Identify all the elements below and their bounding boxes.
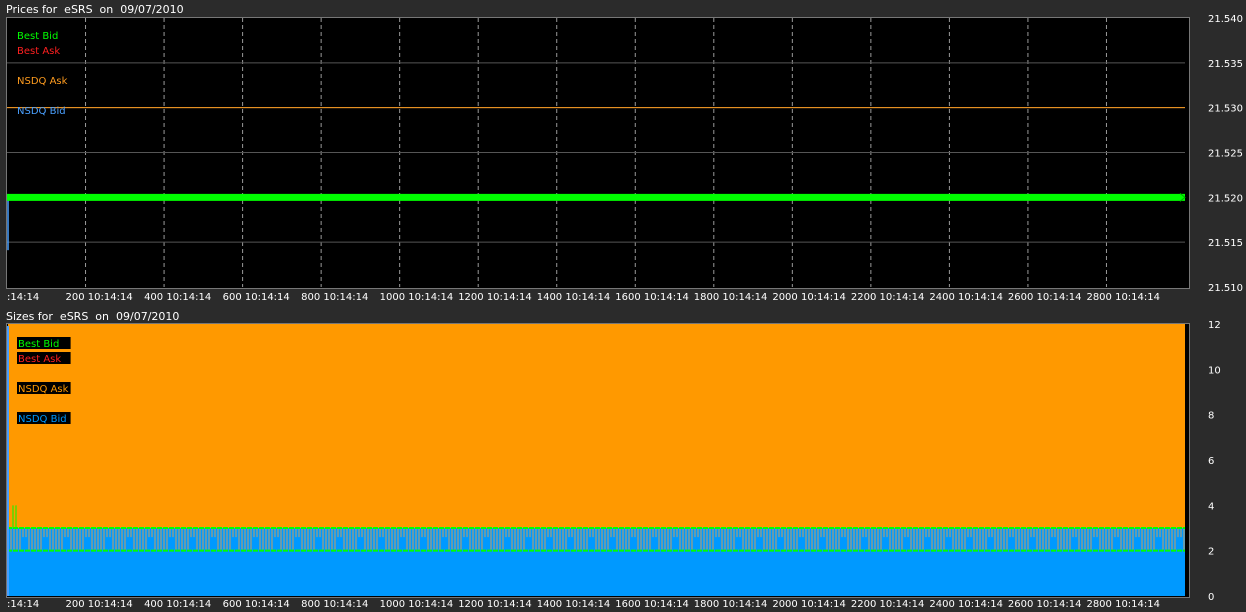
prices-y-tick-label: 21.510 (1208, 283, 1243, 294)
sizes-y-tick-label: 2 (1208, 547, 1214, 558)
sizes-x-tick-label: :14:14 (7, 599, 39, 610)
sizes-x-tick-label: 2200 10:14:14 (851, 599, 925, 610)
prices-x-tick-label: :14:14 (7, 292, 39, 303)
sizes-y-tick-label: 10 (1208, 365, 1221, 376)
sizes-y-tick-label: 6 (1208, 456, 1214, 467)
sizes-x-tick-label: 600 10:14:14 (223, 599, 290, 610)
prices-x-tick-label: 1000 10:14:14 (380, 292, 454, 303)
sizes-x-tick-label: 800 10:14:14 (301, 599, 368, 610)
prices-x-tick-label: 2400 10:14:14 (929, 292, 1003, 303)
sizes-panel: Sizes for eSRS on 09/07/2010 Best Bid Bes… (0, 307, 1246, 612)
legend-entry-nsdq-ask: NSDQ Ask (18, 384, 69, 395)
prices-chart: Best Bid Best Ask NSDQ Ask NSDQ Bid 21.540 21… (7, 14, 1243, 303)
sizes-x-tick-label: 2000 10:14:14 (772, 599, 846, 610)
sizes-x-tick-label: 200 10:14:14 (66, 599, 133, 610)
sizes-x-tick-label: 1000 10:14:14 (380, 599, 454, 610)
sizes-x-tick-label: 2800 10:14:14 (1086, 599, 1160, 610)
prices-x-tick-label: 800 10:14:14 (301, 292, 368, 303)
prices-panel: Prices for eSRS on 09/07/2010 Best Bid Be… (0, 0, 1246, 305)
prices-x-tick-label: 1600 10:14:14 (615, 292, 689, 303)
prices-x-tick-label: 1200 10:14:14 (458, 292, 532, 303)
prices-x-tick-label: 200 10:14:14 (66, 292, 133, 303)
prices-y-tick-label: 21.540 (1208, 14, 1243, 25)
sizes-x-tick-label: 1200 10:14:14 (458, 599, 532, 610)
sizes-x-tick-label: 1800 10:14:14 (694, 599, 768, 610)
prices-y-tick-label: 21.525 (1208, 149, 1243, 160)
sizes-y-tick-label: 8 (1208, 411, 1214, 422)
legend-entry-nsdq-ask: NSDQ Ask (17, 76, 68, 87)
legend-entry-nsdq-bid: NSDQ Bid (18, 414, 67, 425)
prices-x-tick-label: 2200 10:14:14 (851, 292, 925, 303)
legend-entry-best-ask: Best Ask (18, 354, 61, 365)
sizes-y-tick-label: 12 (1208, 320, 1221, 331)
prices-y-tick-label: 21.520 (1208, 193, 1243, 204)
prices-y-tick-label: 21.535 (1208, 59, 1243, 70)
prices-x-tick-label: 2600 10:14:14 (1008, 292, 1082, 303)
prices-x-tick-label: 1400 10:14:14 (537, 292, 611, 303)
prices-x-tick-label: 600 10:14:14 (223, 292, 290, 303)
prices-y-tick-label: 21.530 (1208, 104, 1243, 115)
sizes-x-tick-label: 2600 10:14:14 (1008, 599, 1082, 610)
sizes-x-tick-label: 400 10:14:14 (144, 599, 211, 610)
legend-entry-best-bid: Best Bid (18, 339, 59, 350)
legend-entry-best-ask: Best Ask (17, 46, 60, 57)
prices-x-tick-label: 400 10:14:14 (144, 292, 211, 303)
sizes-x-tick-label: 1600 10:14:14 (615, 599, 689, 610)
legend-entry-nsdq-bid: NSDQ Bid (17, 106, 66, 117)
sizes-y-tick-label: 4 (1208, 501, 1214, 512)
legend-entry-best-bid: Best Bid (17, 31, 58, 42)
sizes-x-tick-label: 1400 10:14:14 (537, 599, 611, 610)
prices-x-tick-label: 1800 10:14:14 (694, 292, 768, 303)
sizes-chart: Best Bid Best Ask NSDQ Ask NSDQ Bid 12 10 8 6 4 2… (7, 320, 1221, 610)
sizes-x-tick-label: 2400 10:14:14 (929, 599, 1003, 610)
prices-x-tick-label: 2800 10:14:14 (1086, 292, 1160, 303)
prices-y-tick-label: 21.515 (1208, 238, 1243, 249)
sizes-y-tick-label: 0 (1208, 592, 1214, 603)
prices-x-tick-label: 2000 10:14:14 (772, 292, 846, 303)
